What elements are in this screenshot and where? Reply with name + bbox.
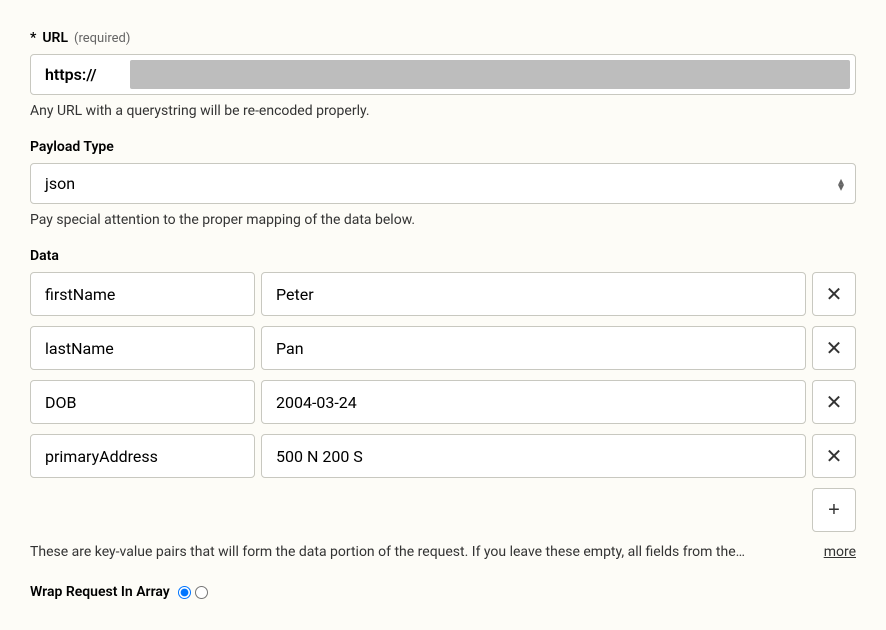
remove-row-button[interactable]: ✕ [812,380,856,424]
data-footer: These are key-value pairs that will form… [30,544,856,560]
add-row-button[interactable]: + [812,488,856,532]
add-row-container: + [30,488,856,532]
payload-type-label: Payload Type [30,139,114,155]
close-icon: ✕ [826,390,843,415]
url-input[interactable] [30,54,856,95]
data-value-input[interactable] [261,326,806,370]
wrap-request-label: Wrap Request In Array [30,584,170,600]
plus-icon: + [828,499,840,522]
url-input-wrapper [30,54,856,95]
payload-type-label-row: Payload Type [30,139,856,155]
more-link[interactable]: more [824,544,856,560]
wrap-radio-yes[interactable] [178,586,191,599]
remove-row-button[interactable]: ✕ [812,272,856,316]
wrap-request-field: Wrap Request In Array [30,584,856,600]
data-rows: ✕ ✕ ✕ ✕ [30,272,856,478]
payload-type-field: Payload Type json ▴▾ Pay special attenti… [30,139,856,228]
url-label-row: * URL (required) [30,30,856,46]
data-key-input[interactable] [30,380,255,424]
data-row: ✕ [30,434,856,478]
wrap-request-radio-group [178,586,208,599]
data-key-input[interactable] [30,326,255,370]
close-icon: ✕ [826,444,843,469]
data-label-row: Data [30,248,856,264]
data-help: These are key-value pairs that will form… [30,544,812,560]
close-icon: ✕ [826,282,843,307]
required-star: * [30,30,36,46]
payload-type-select[interactable]: json [30,163,856,204]
data-value-input[interactable] [261,434,806,478]
url-label: URL [42,30,68,46]
data-value-input[interactable] [261,272,806,316]
data-key-input[interactable] [30,434,255,478]
data-row: ✕ [30,380,856,424]
data-value-input[interactable] [261,380,806,424]
remove-row-button[interactable]: ✕ [812,434,856,478]
data-field: Data ✕ ✕ ✕ ✕ [30,248,856,560]
wrap-radio-no[interactable] [195,586,208,599]
data-key-input[interactable] [30,272,255,316]
url-help: Any URL with a querystring will be re-en… [30,103,856,119]
url-field: * URL (required) Any URL with a querystr… [30,30,856,119]
data-row: ✕ [30,326,856,370]
data-label: Data [30,248,59,264]
close-icon: ✕ [826,336,843,361]
url-hint: (required) [74,31,130,46]
remove-row-button[interactable]: ✕ [812,326,856,370]
payload-type-help: Pay special attention to the proper mapp… [30,212,856,228]
data-row: ✕ [30,272,856,316]
payload-type-select-wrapper: json ▴▾ [30,163,856,204]
